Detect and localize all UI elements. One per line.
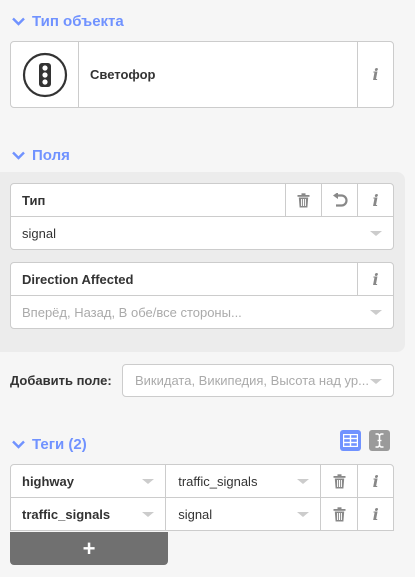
tags-section-title: Теги (2): [32, 436, 87, 453]
list-view-toggle[interactable]: [340, 430, 361, 451]
preset-icon-cell[interactable]: [11, 42, 79, 107]
direction-combo-input[interactable]: Вперёд, Назад, В обе/все стороны...: [11, 296, 393, 328]
revert-field-button[interactable]: [321, 184, 357, 216]
trash-icon: [333, 473, 346, 488]
trash-icon: [297, 192, 310, 207]
tags-section-header[interactable]: Теги (2): [12, 436, 87, 453]
combo-caret-icon[interactable]: [297, 479, 310, 484]
type-combo-input[interactable]: signal: [11, 217, 393, 249]
table-icon: [343, 434, 358, 447]
tag-key: highway: [22, 473, 75, 489]
fields-section-title: Поля: [32, 147, 70, 164]
chevron-down-icon: [12, 151, 25, 160]
remove-tag-button[interactable]: [321, 498, 357, 530]
tag-key-input[interactable]: highway: [11, 465, 167, 497]
remove-tag-button[interactable]: [321, 465, 357, 497]
preset-section-title: Тип объекта: [32, 13, 124, 30]
info-icon: i: [372, 190, 379, 210]
tag-info-button[interactable]: i: [357, 498, 393, 530]
trash-icon: [333, 506, 346, 521]
preset-list-item[interactable]: Светофор i: [10, 41, 394, 108]
add-tag-button[interactable]: +: [10, 532, 168, 565]
combo-caret-icon[interactable]: [370, 379, 382, 384]
chevron-down-icon: [12, 440, 25, 449]
tag-info-button[interactable]: i: [357, 465, 393, 497]
combo-caret-icon[interactable]: [297, 512, 310, 517]
add-field-placeholder: Викидата, Википедия, Высота над ур...: [135, 373, 369, 388]
combo-caret-icon[interactable]: [142, 512, 155, 517]
remove-field-button[interactable]: [285, 184, 321, 216]
info-icon: i: [372, 269, 379, 289]
info-icon: i: [372, 471, 379, 491]
field-type: Тип i signal: [10, 183, 394, 250]
undo-icon: [332, 192, 348, 207]
add-field-label: Добавить поле:: [10, 373, 112, 388]
combo-caret-icon[interactable]: [370, 231, 382, 236]
field-info-button[interactable]: i: [357, 263, 393, 295]
preset-section-header[interactable]: Тип объекта: [12, 13, 124, 30]
chevron-down-icon: [12, 17, 25, 26]
tag-key-input[interactable]: traffic_signals: [11, 498, 167, 530]
preset-info-button[interactable]: i: [357, 42, 393, 107]
info-icon: i: [372, 65, 379, 84]
traffic-light-icon: [22, 52, 67, 97]
add-field-combo-input[interactable]: Викидата, Википедия, Высота над ур...: [122, 364, 394, 397]
combo-caret-icon[interactable]: [370, 310, 382, 315]
tag-row: traffic_signals signal i: [10, 497, 394, 531]
type-value: signal: [22, 225, 56, 241]
text-view-toggle[interactable]: [369, 430, 390, 451]
tag-value: signal: [178, 506, 213, 522]
text-cursor-icon: [375, 433, 384, 448]
tag-value-input[interactable]: signal: [166, 498, 322, 530]
field-info-button[interactable]: i: [357, 184, 393, 216]
field-direction-affected: Direction Affected i Вперёд, Назад, В об…: [10, 262, 394, 329]
info-icon: i: [372, 504, 379, 524]
fields-section-header[interactable]: Поля: [12, 147, 70, 164]
tag-row: highway traffic_signals i: [10, 464, 394, 498]
tag-key: traffic_signals: [22, 506, 111, 522]
tag-value: traffic_signals: [178, 473, 258, 489]
tag-value-input[interactable]: traffic_signals: [166, 465, 322, 497]
field-label: Direction Affected: [22, 271, 134, 287]
field-label: Тип: [22, 192, 46, 208]
direction-placeholder: Вперёд, Назад, В обе/все стороны...: [22, 304, 242, 320]
combo-caret-icon[interactable]: [142, 479, 155, 484]
preset-name[interactable]: Светофор: [79, 42, 357, 107]
